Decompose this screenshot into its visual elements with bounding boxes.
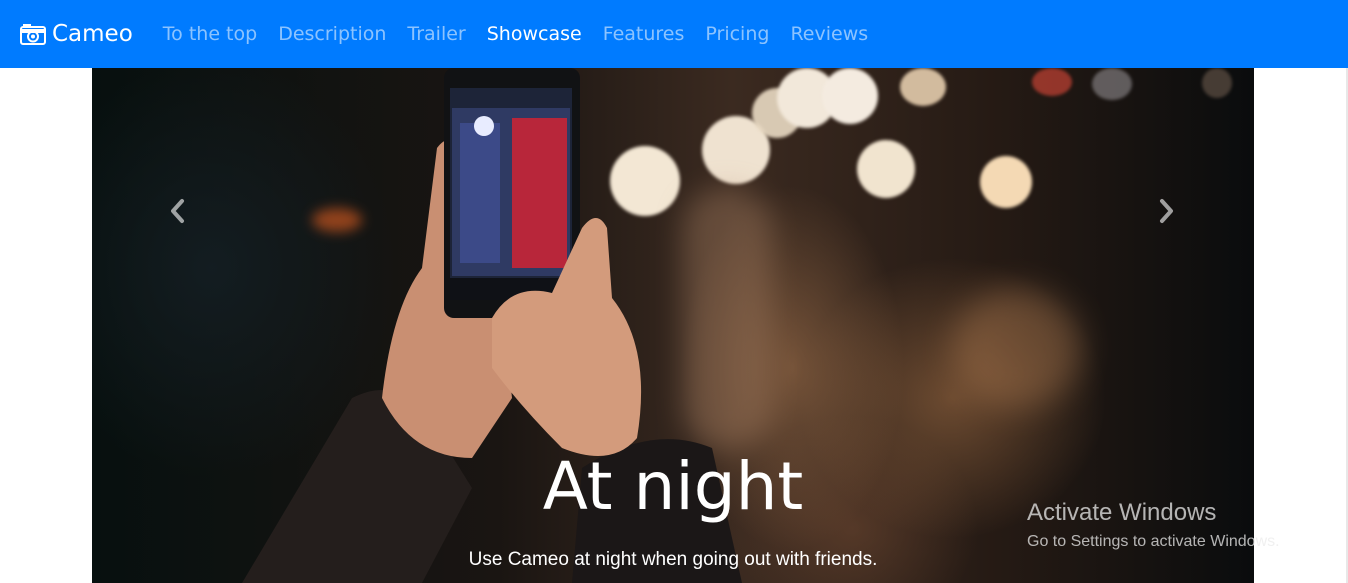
nav-item-pricing[interactable]: Pricing: [705, 23, 769, 45]
watermark-title: Activate Windows: [1027, 499, 1217, 526]
top-navbar: Cameo To the top Description Trailer Sho…: [0, 0, 1348, 68]
watermark-subtitle: Go to Settings to activate Windows.: [1027, 533, 1280, 550]
camera-icon: [20, 24, 46, 45]
nav-item-reviews[interactable]: Reviews: [790, 23, 868, 45]
carousel-prev-button[interactable]: [163, 196, 193, 226]
brand-link[interactable]: Cameo: [20, 21, 133, 47]
nav-item-trailer[interactable]: Trailer: [407, 23, 465, 45]
nav-item-to-the-top[interactable]: To the top: [163, 23, 257, 45]
brand-name: Cameo: [52, 21, 133, 47]
nav-item-showcase[interactable]: Showcase: [487, 23, 582, 45]
nav-item-description[interactable]: Description: [278, 23, 386, 45]
activate-windows-watermark: Activate Windows Go to Settings to activ…: [1027, 498, 1280, 554]
chevron-right-icon: [1160, 199, 1173, 223]
nav-item-features[interactable]: Features: [603, 23, 685, 45]
carousel-next-button[interactable]: [1151, 196, 1181, 226]
chevron-left-icon: [171, 199, 184, 223]
